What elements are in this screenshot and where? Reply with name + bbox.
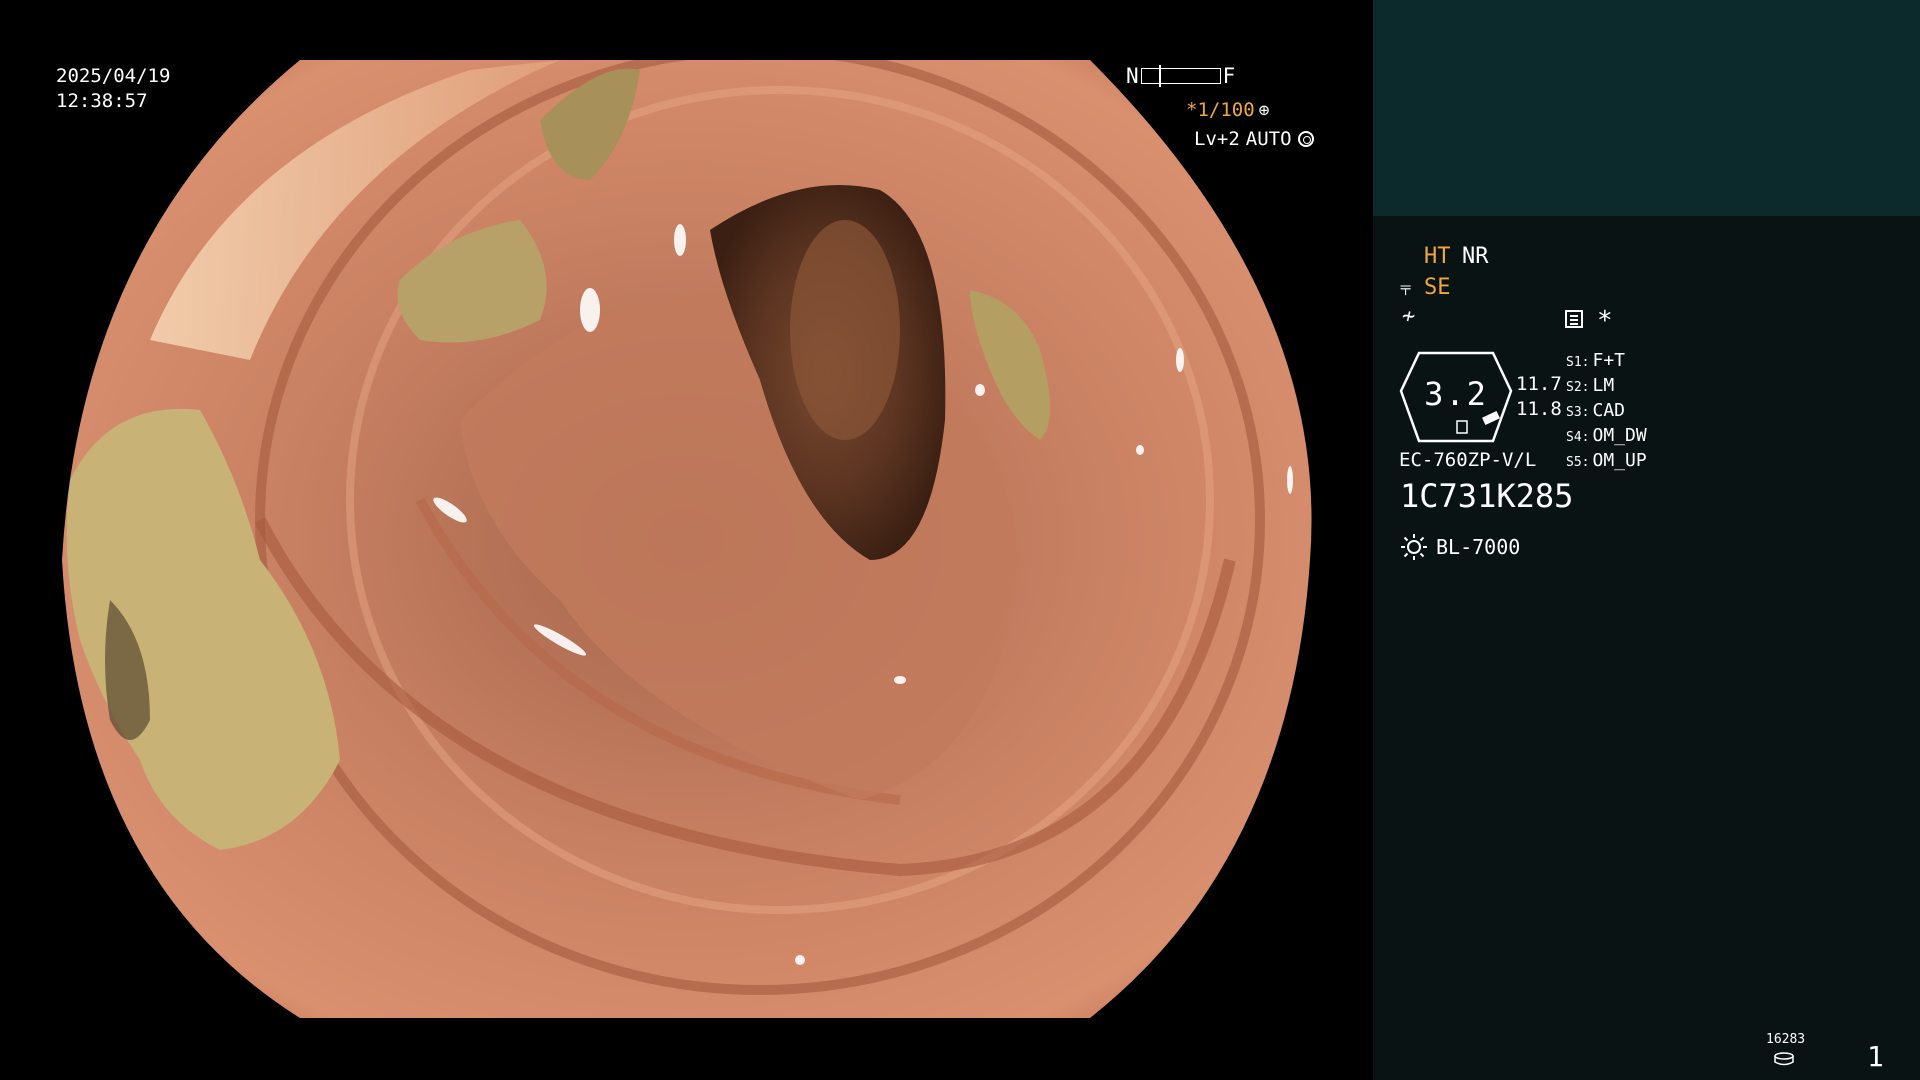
memo-icon [1565,310,1583,328]
switch-s1: S1: F+T [1566,350,1625,371]
image-counter: 16283 [1766,1032,1806,1047]
page-number: 1 [1867,1040,1884,1073]
storage-disk-icon [1774,1052,1794,1066]
near-label: N [1126,64,1139,88]
switch-value: OM_UP [1592,450,1647,471]
freeze-icon: ≁ [1402,304,1416,329]
colon-lumen-image [62,60,1312,1018]
scope-model: EC-760ZP-V/L [1399,449,1537,471]
switch-key: S4: [1566,430,1590,445]
nr-mode-label: NR [1462,244,1489,269]
light-source-row: BL-7000 [1400,533,1520,561]
iris-mode: AUTO [1245,128,1292,150]
far-label: F [1222,64,1236,88]
switch-value: LM [1592,375,1615,396]
distance-bottom: 11.8 [1516,398,1562,420]
switch-value: OM_DW [1592,425,1647,446]
switch-key: S1: [1566,355,1590,370]
focus-bar [1140,65,1221,87]
shutter-speed-indicator: *1/100 ⊕ [1186,99,1269,121]
star-mark: * [1597,306,1613,336]
structure-enhancement-icon: ⫧ [1400,276,1412,300]
switch-key: S5: [1566,455,1590,470]
aperture-icon: ⊕ [1258,99,1270,121]
se-mode-label: SE [1424,275,1451,300]
zoom-value: 3.2 [1424,375,1488,413]
datetime-display: 2025/04/19 12:38:57 [56,64,170,114]
switch-key: S3: [1566,405,1590,420]
scope-serial-number: 1C731K285 [1400,477,1574,515]
iris-level: Lv+2 [1194,128,1240,150]
switch-value: F+T [1592,350,1625,371]
distance-top: 11.7 [1516,373,1562,395]
iris-indicator: Lv+2 AUTO [1194,128,1314,150]
switch-s5: S5: OM_UP [1566,450,1647,471]
light-source-model: BL-7000 [1436,535,1521,559]
shutter-value: *1/100 [1186,99,1255,121]
switch-key: S2: [1566,380,1590,395]
endoscope-video-view [0,0,1372,1080]
switch-value: CAD [1592,400,1625,421]
info-panel-header [1373,0,1920,216]
light-source-icon [1401,534,1427,560]
iris-icon [1297,131,1314,147]
ht-mode-label: HT [1424,244,1451,269]
switch-s3: S3: CAD [1566,400,1625,421]
near-far-focus-indicator: N F [1126,64,1235,88]
switch-s4: S4: OM_DW [1566,425,1647,446]
switch-s2: S2: LM [1566,375,1614,396]
time-text: 12:38:57 [56,90,148,112]
date-text: 2025/04/19 [56,65,171,87]
